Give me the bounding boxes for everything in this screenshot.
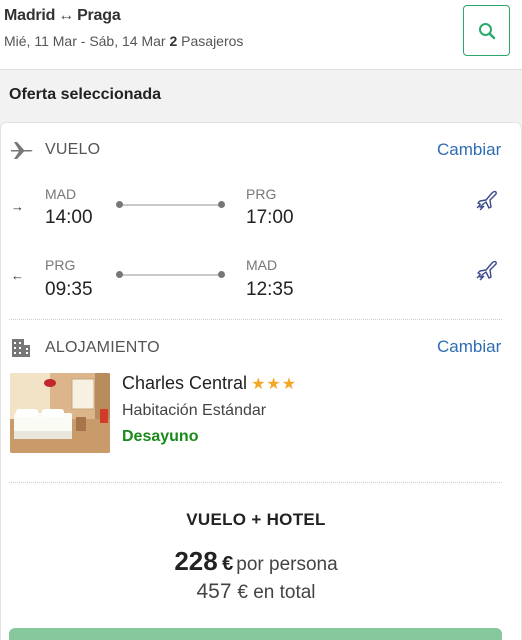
search-summary-bar: Madrid ↔ Praga Mié, 11 Mar - Sáb, 14 Mar 2… xyxy=(0,0,522,70)
passenger-count: 2 xyxy=(169,33,178,49)
search-icon xyxy=(479,23,496,40)
outbound-arrival-time: 17:00 xyxy=(246,207,294,228)
flight-section-label: VUELO xyxy=(45,141,101,158)
section-divider xyxy=(9,482,502,483)
route-title: Madrid ↔ Praga xyxy=(4,7,121,25)
inbound-route-line xyxy=(116,271,225,278)
total-label: € en total xyxy=(237,582,316,603)
building-icon xyxy=(12,339,30,357)
hotel-name[interactable]: Charles Central ★★★ xyxy=(122,373,297,394)
section-divider xyxy=(9,319,502,320)
passenger-label: Pasajeros xyxy=(181,33,244,49)
outbound-route-line xyxy=(116,201,225,208)
inbound-origin-code: PRG xyxy=(45,257,76,273)
destination-city: Praga xyxy=(77,7,121,24)
search-button[interactable] xyxy=(463,5,510,56)
outbound-arrow-icon: → xyxy=(11,199,24,214)
selected-offer-title: Oferta seleccionada xyxy=(9,86,162,103)
airline-logo-icon xyxy=(476,260,497,281)
star-rating: ★★★ xyxy=(251,376,298,393)
inbound-arrow-icon: ← xyxy=(11,268,24,283)
accommodation-section-label: ALOJAMIENTO xyxy=(45,339,160,356)
outbound-origin-code: MAD xyxy=(45,186,77,202)
total-amount: 457 xyxy=(196,580,232,603)
origin-city: Madrid xyxy=(4,7,56,24)
change-flight-link[interactable]: Cambiar xyxy=(437,140,501,160)
price-currency: € xyxy=(222,553,234,575)
book-button[interactable] xyxy=(9,628,502,640)
inbound-arrival-time: 12:35 xyxy=(246,279,294,300)
inbound-destination-code: MAD xyxy=(246,257,278,273)
package-title: VUELO + HOTEL xyxy=(186,510,326,529)
inbound-departure-time: 09:35 xyxy=(45,279,93,300)
outbound-departure-time: 14:00 xyxy=(45,207,93,228)
change-hotel-link[interactable]: Cambiar xyxy=(437,337,501,357)
room-type: Habitación Estándar xyxy=(122,402,267,419)
outbound-destination-code: PRG xyxy=(246,186,277,202)
board-type: Desayuno xyxy=(122,428,199,445)
total-price: 457 € en total xyxy=(0,580,512,604)
trip-dates: Mié, 11 Mar - Sáb, 14 Mar xyxy=(4,33,166,49)
round-trip-arrow-icon: ↔ xyxy=(58,7,75,24)
hotel-name-text: Charles Central xyxy=(122,373,248,393)
price-amount: 228 xyxy=(174,546,218,576)
trip-details: Mié, 11 Mar - Sáb, 14 Mar 2 Pasajeros xyxy=(4,33,243,49)
airline-logo-icon xyxy=(476,190,497,211)
price-per-person: 228 € por persona xyxy=(0,546,512,577)
hotel-photo[interactable] xyxy=(10,373,110,453)
per-person-label: por persona xyxy=(236,554,338,575)
airplane-icon xyxy=(11,142,33,159)
